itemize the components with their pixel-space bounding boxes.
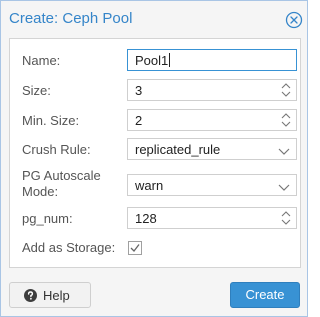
create-ceph-pool-dialog: Create: Ceph Pool Name: Pool1 Size: 3 Mi…	[0, 0, 308, 317]
pg-autoscale-label-line2: Mode:	[22, 184, 59, 199]
close-icon[interactable]	[285, 11, 303, 29]
crush-rule-value: replicated_rule	[135, 142, 221, 157]
help-button-label: Help	[43, 288, 70, 303]
pg-autoscale-mode-value: warn	[135, 178, 164, 193]
pg-num-label: pg_num:	[22, 211, 73, 226]
text-caret	[169, 53, 171, 67]
size-value: 3	[135, 83, 143, 98]
crush-rule-label: Crush Rule:	[22, 142, 91, 157]
spinner-arrows-icon[interactable]	[280, 112, 292, 128]
name-label: Name:	[22, 53, 61, 68]
pg-autoscale-mode-label: PG Autoscale Mode:	[22, 168, 101, 200]
question-circle-icon	[24, 289, 37, 302]
pg-num-value: 128	[135, 211, 157, 226]
pg-autoscale-mode-select[interactable]: warn	[127, 174, 297, 196]
min-size-spinner[interactable]: 2	[127, 109, 297, 131]
pg-autoscale-label-line1: PG Autoscale	[22, 168, 101, 183]
help-button[interactable]: Help	[9, 282, 91, 308]
size-label: Size:	[22, 83, 51, 98]
crush-rule-select[interactable]: replicated_rule	[127, 138, 297, 160]
pg-num-spinner[interactable]: 128	[127, 207, 297, 229]
dialog-footer: Help Create	[1, 267, 307, 316]
dialog-title: Create: Ceph Pool	[9, 10, 133, 27]
size-spinner[interactable]: 3	[127, 79, 297, 101]
spinner-arrows-icon[interactable]	[280, 82, 292, 98]
dialog-form: Name: Pool1 Size: 3 Min. Size: 2 Crush R…	[9, 38, 301, 268]
create-button[interactable]: Create	[230, 282, 300, 308]
add-as-storage-checkbox[interactable]	[128, 241, 142, 255]
name-input[interactable]: Pool1	[127, 49, 297, 71]
chevron-down-icon[interactable]	[278, 180, 290, 191]
spinner-arrows-icon[interactable]	[280, 210, 292, 226]
name-value: Pool1	[135, 53, 169, 68]
chevron-down-icon[interactable]	[278, 144, 290, 155]
min-size-label: Min. Size:	[22, 113, 80, 128]
add-as-storage-label: Add as Storage:	[22, 240, 116, 255]
min-size-value: 2	[135, 113, 143, 128]
dialog-titlebar[interactable]: Create: Ceph Pool	[1, 1, 307, 37]
